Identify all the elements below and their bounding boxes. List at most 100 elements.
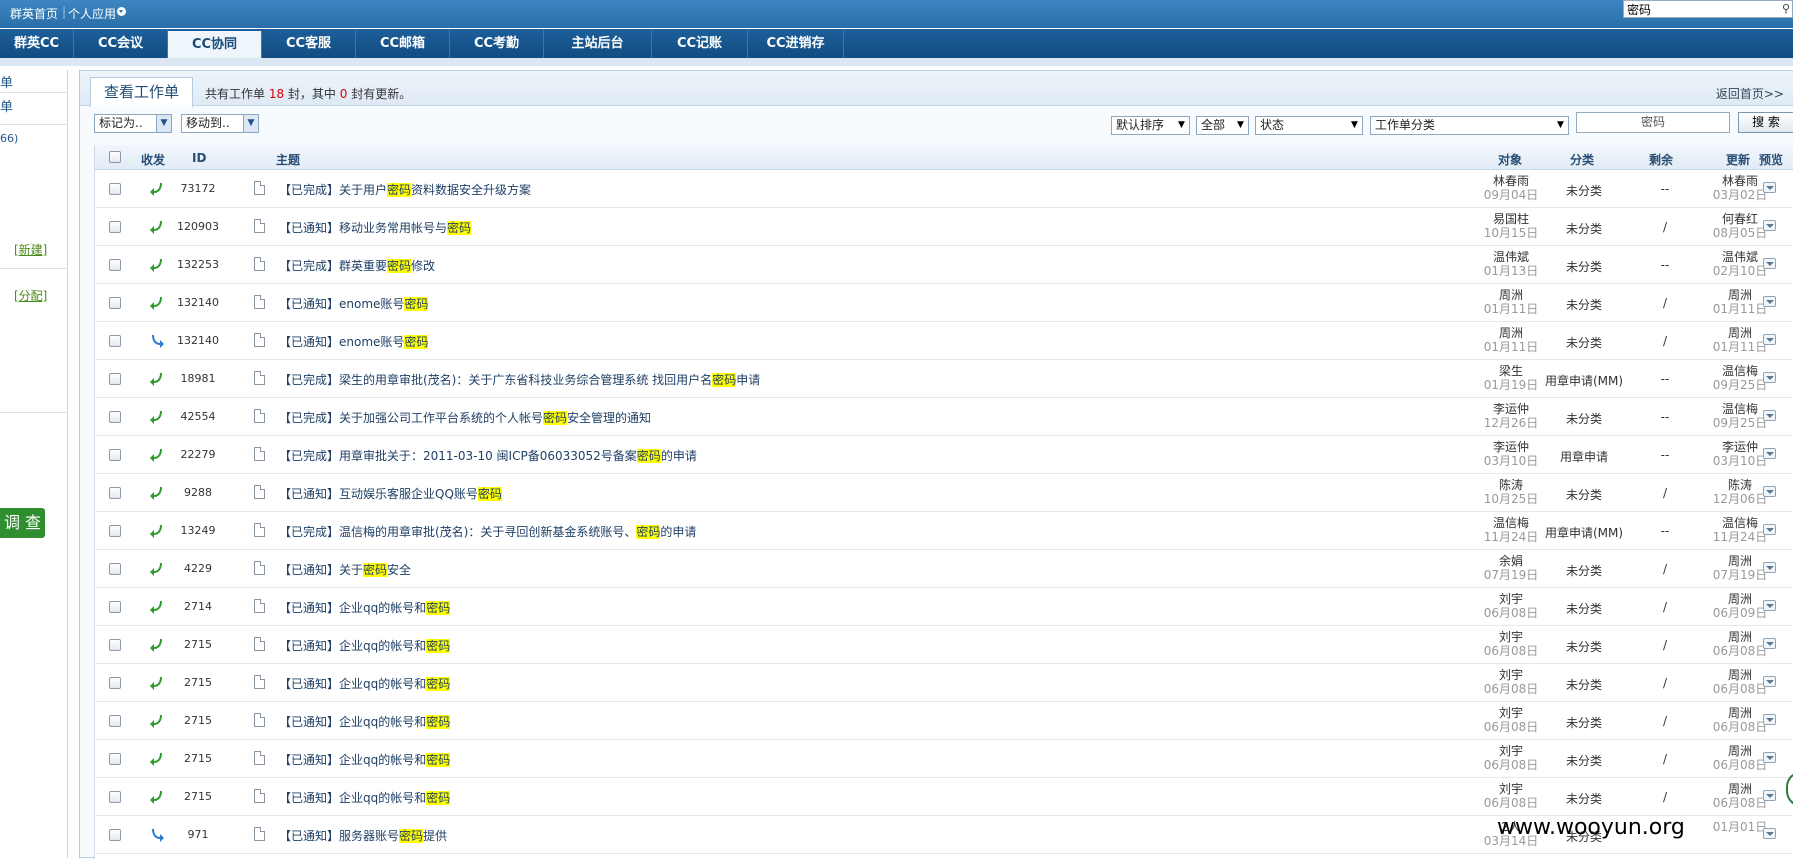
row-checkbox[interactable] — [109, 221, 121, 233]
nav-tab[interactable]: CC会议 — [74, 29, 168, 58]
row-checkbox[interactable] — [109, 563, 121, 575]
row-subject[interactable]: 【已完成】关于用户密码资料数据安全升级方案 — [279, 181, 531, 198]
row-checkbox[interactable] — [109, 411, 121, 423]
nav-tab[interactable]: CC进销存 — [748, 29, 844, 58]
row-subject[interactable]: 【已通知】enome账号密码 — [279, 295, 429, 312]
table-row[interactable]: 2715 【已通知】企业qq的帐号和密码 刘宇 06月08日 未分类 / 周洲 06月08日 — [95, 740, 1793, 778]
survey-button[interactable]: 调 查 — [0, 508, 45, 538]
keyword-input[interactable]: 密码 — [1576, 112, 1730, 133]
nav-tab[interactable]: CC客服 — [262, 29, 356, 58]
row-checkbox[interactable] — [109, 487, 121, 499]
category-select[interactable]: 工作单分类 ▼ — [1370, 116, 1569, 135]
header-subject[interactable]: 主题 — [276, 151, 300, 168]
nav-tab[interactable]: CC邮箱 — [356, 29, 450, 58]
preview-icon[interactable] — [1763, 334, 1776, 345]
select-all-checkbox[interactable] — [109, 151, 121, 163]
row-checkbox[interactable] — [109, 715, 121, 727]
preview-icon[interactable] — [1763, 714, 1776, 725]
row-checkbox[interactable] — [109, 297, 121, 309]
row-checkbox[interactable] — [109, 601, 121, 613]
table-row[interactable]: 4229 【已通知】关于密码安全 余娟 07月19日 未分类 / 周洲 07月19日 — [95, 550, 1793, 588]
preview-icon[interactable] — [1763, 752, 1776, 763]
table-row[interactable]: 2714 【已通知】企业qq的帐号和密码 刘宇 06月08日 未分类 / 周洲 06月09日 — [95, 588, 1793, 626]
row-checkbox[interactable] — [109, 183, 121, 195]
row-checkbox[interactable] — [109, 449, 121, 461]
nav-tab[interactable]: CC考勤 — [450, 29, 544, 58]
row-subject[interactable]: 【已通知】企业qq的帐号和密码 — [279, 637, 451, 654]
row-subject[interactable]: 【已通知】企业qq的帐号和密码 — [279, 675, 451, 692]
mark-as-select[interactable]: 标记为.. ▼ — [94, 114, 172, 133]
status-select[interactable]: 状态 ▼ — [1255, 116, 1363, 135]
table-row[interactable]: 2715 【已通知】企业qq的帐号和密码 刘宇 06月08日 未分类 / 周洲 06月08日 — [95, 702, 1793, 740]
table-row[interactable]: 9288 【已通知】互动娱乐客服企业QQ账号密码 陈涛 10月25日 未分类 / 陈涛 12月… — [95, 474, 1793, 512]
home-link[interactable]: 群英首页 — [10, 5, 58, 22]
scope-select[interactable]: 全部 ▼ — [1196, 116, 1249, 135]
table-row[interactable]: 2715 【已通知】企业qq的帐号和密码 刘宇 06月08日 未分类 / 周洲 06月08日 — [95, 664, 1793, 702]
row-checkbox[interactable] — [109, 677, 121, 689]
row-checkbox[interactable] — [109, 791, 121, 803]
row-subject[interactable]: 【已通知】服务器账号密码提供 — [279, 827, 447, 844]
row-subject[interactable]: 【已完成】用章审批关于：2011-03-10 闽ICP备06033052号备案密… — [279, 447, 697, 464]
table-row[interactable]: 22279 【已完成】用章审批关于：2011-03-10 闽ICP备0603305… — [95, 436, 1793, 474]
row-subject[interactable]: 【已完成】群英重要密码修改 — [279, 257, 435, 274]
preview-icon[interactable] — [1763, 410, 1776, 421]
row-subject[interactable]: 【已通知】企业qq的帐号和密码 — [279, 751, 451, 768]
row-checkbox[interactable] — [109, 259, 121, 271]
preview-icon[interactable] — [1763, 790, 1776, 801]
table-row[interactable]: 73172 【已完成】关于用户密码资料数据安全升级方案 林春雨 09月04日 未分类 --… — [95, 170, 1793, 208]
table-row[interactable]: 132140 【已通知】enome账号密码 周洲 01月11日 未分类 / 周洲 01月11日 — [95, 322, 1793, 360]
row-checkbox[interactable] — [109, 335, 121, 347]
row-subject[interactable]: 【已完成】温信梅的用章审批(茂名)：关于寻回创新基金系统账号、密码的申请 — [279, 523, 696, 540]
row-checkbox[interactable] — [109, 639, 121, 651]
header-updated[interactable]: 更新 — [1726, 151, 1750, 168]
row-subject[interactable]: 【已完成】梁生的用章审批(茂名)：关于广东省科技业务综合管理系统 找回用户名密码… — [279, 371, 760, 388]
header-object[interactable]: 对象 — [1498, 151, 1522, 168]
nav-tab[interactable]: 群英CC — [0, 29, 74, 58]
row-subject[interactable]: 【已通知】企业qq的帐号和密码 — [279, 599, 451, 616]
row-subject[interactable]: 【已通知】enome账号密码 — [279, 333, 429, 350]
row-checkbox[interactable] — [109, 753, 121, 765]
new-link[interactable]: [新建] — [14, 241, 47, 258]
preview-icon[interactable] — [1763, 676, 1776, 687]
row-subject[interactable]: 【已通知】企业qq的帐号和密码 — [279, 713, 451, 730]
search-icon[interactable]: ⚲ — [1782, 2, 1790, 15]
preview-icon[interactable] — [1763, 372, 1776, 383]
preview-icon[interactable] — [1763, 524, 1776, 535]
sidebar-item-1[interactable]: 单 — [0, 72, 13, 91]
preview-icon[interactable] — [1763, 486, 1776, 497]
table-row[interactable]: 132140 【已通知】enome账号密码 周洲 01月11日 未分类 / 周洲 01月11日 — [95, 284, 1793, 322]
move-to-select[interactable]: 移动到.. ▼ — [181, 114, 259, 133]
row-subject[interactable]: 【已通知】互动娱乐客服企业QQ账号密码 — [279, 485, 502, 502]
table-row[interactable]: 132253 【已完成】群英重要密码修改 温伟斌 01月13日 未分类 -- 温伟斌 02月1… — [95, 246, 1793, 284]
table-row[interactable]: 2715 【已通知】企业qq的帐号和密码 刘宇 06月08日 未分类 / 周洲 06月08日 — [95, 778, 1793, 816]
row-subject[interactable]: 【已完成】关于加强公司工作平台系统的个人帐号密码安全管理的通知 — [279, 409, 651, 426]
table-row[interactable]: 2715 【已通知】企业qq的帐号和密码 刘宇 06月08日 未分类 / 周洲 06月08日 — [95, 626, 1793, 664]
personal-apps-menu[interactable]: 个人应用 — [68, 5, 116, 22]
header-id[interactable]: ID — [192, 151, 206, 165]
nav-tab[interactable]: 主站后台 — [544, 29, 652, 58]
table-row[interactable]: 18981 【已完成】梁生的用章审批(茂名)：关于广东省科技业务综合管理系统 找回… — [95, 360, 1793, 398]
search-button[interactable]: 搜 索 — [1738, 112, 1793, 133]
preview-icon[interactable] — [1763, 220, 1776, 231]
preview-icon[interactable] — [1763, 638, 1776, 649]
preview-icon[interactable] — [1763, 182, 1776, 193]
table-row[interactable]: 42554 【已完成】关于加强公司工作平台系统的个人帐号密码安全管理的通知 李运仲 1… — [95, 398, 1793, 436]
row-checkbox[interactable] — [109, 525, 121, 537]
nav-tab[interactable]: CC记账 — [652, 29, 748, 58]
row-checkbox[interactable] — [109, 829, 121, 841]
preview-icon[interactable] — [1763, 448, 1776, 459]
table-row[interactable]: 13249 【已完成】温信梅的用章审批(茂名)：关于寻回创新基金系统账号、密码的申… — [95, 512, 1793, 550]
sort-select[interactable]: 默认排序 ▼ — [1111, 116, 1190, 135]
header-category[interactable]: 分类 — [1570, 151, 1594, 168]
preview-icon[interactable] — [1763, 258, 1776, 269]
chevron-down-icon[interactable] — [117, 7, 126, 16]
row-subject[interactable]: 【已通知】移动业务常用帐号与密码 — [279, 219, 472, 236]
row-subject[interactable]: 【已通知】关于密码安全 — [279, 561, 411, 578]
assign-link[interactable]: [分配] — [14, 287, 47, 304]
back-home-link[interactable]: 返回首页>> — [1716, 85, 1784, 102]
preview-icon[interactable] — [1763, 828, 1776, 839]
global-search-input[interactable] — [1624, 1, 1774, 17]
preview-icon[interactable] — [1763, 562, 1776, 573]
preview-icon[interactable] — [1763, 600, 1776, 611]
header-remaining[interactable]: 剩余 — [1649, 151, 1673, 168]
